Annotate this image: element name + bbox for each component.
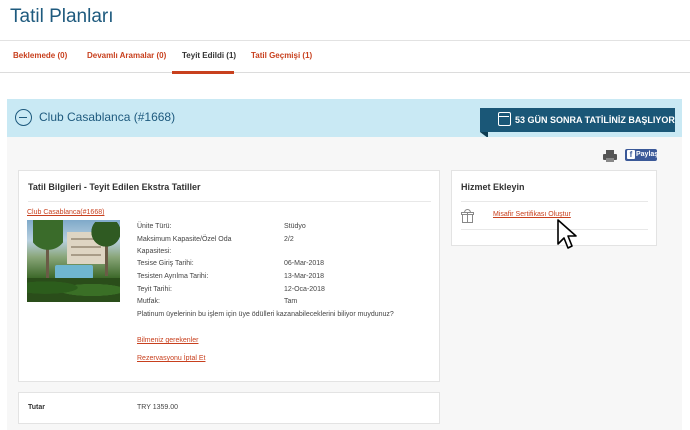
tab-history[interactable]: Tatil Geçmişi (1) — [251, 51, 312, 60]
tab-pending[interactable]: Beklemede (0) — [13, 51, 67, 60]
hotel-photo[interactable] — [27, 220, 120, 302]
share-button[interactable]: f Paylaş — [625, 149, 659, 161]
total-label: Tutar — [28, 404, 45, 411]
share-label: Paylaş — [636, 151, 659, 158]
detail-value: Tam — [284, 298, 298, 305]
add-service-card: Hizmet Ekleyin — [451, 170, 657, 246]
card-divider — [461, 201, 648, 202]
detail-label: Ünite Türü: — [137, 223, 172, 230]
mouse-cursor-icon — [557, 219, 577, 249]
printer-icon[interactable] — [603, 150, 617, 162]
detail-value: 2/2 — [284, 236, 294, 243]
gift-icon — [461, 209, 474, 223]
detail-label: Tesise Giriş Tarihi: — [137, 260, 194, 267]
tab-confirmed[interactable]: Teyit Edildi (1) — [182, 51, 236, 60]
detail-label: Kapasitesi: — [137, 248, 172, 255]
detail-value: Stüdyo — [284, 223, 306, 230]
vacation-info-title: Tatil Bilgileri - Teyit Edilen Ekstra Ta… — [28, 182, 201, 192]
total-card — [18, 392, 440, 424]
collapse-icon[interactable] — [15, 109, 32, 126]
cancel-reservation-link[interactable]: Rezervasyonu İptal Et — [137, 355, 205, 362]
page-title: Tatil Planları — [10, 6, 114, 27]
facebook-icon: f — [627, 150, 635, 159]
detail-label: Maksimum Kapasite/Özel Oda — [137, 236, 232, 243]
total-value: TRY 1359.00 — [137, 404, 178, 411]
detail-value: 06-Mar-2018 — [284, 260, 325, 267]
card-divider — [28, 201, 431, 202]
detail-label: Tesisten Ayrılma Tarihi: — [137, 273, 209, 280]
detail-label: Mutfak: — [137, 298, 160, 305]
hotel-link[interactable]: Club Casablanca(#1668) — [27, 209, 104, 216]
active-tab-indicator — [172, 71, 234, 74]
tab-ongoing-searches[interactable]: Devamlı Aramalar (0) — [87, 51, 166, 60]
info-link[interactable]: Bilmeniz gerekenler — [137, 337, 198, 344]
calendar-icon — [498, 112, 511, 126]
countdown-text: 53 GÜN SONRA TATİLİNİZ BAŞLIYOR — [515, 115, 675, 125]
tab-bar: Beklemede (0) Devamlı Aramalar (0) Teyit… — [0, 40, 690, 74]
detail-value: 12-Oca-2018 — [284, 286, 325, 293]
guest-certificate-link[interactable]: Misafir Sertifikası Oluştur — [493, 211, 571, 218]
detail-label: Teyit Tarihi: — [137, 286, 172, 293]
platinum-note: Platinum üyelerinin bu işlem için üye öd… — [137, 311, 394, 318]
hotel-title: Club Casablanca (#1668) — [39, 110, 176, 124]
detail-value: 13-Mar-2018 — [284, 273, 325, 280]
countdown-banner: 53 GÜN SONRA TATİLİNİZ BAŞLIYOR — [480, 108, 675, 138]
add-service-title: Hizmet Ekleyin — [461, 182, 525, 192]
